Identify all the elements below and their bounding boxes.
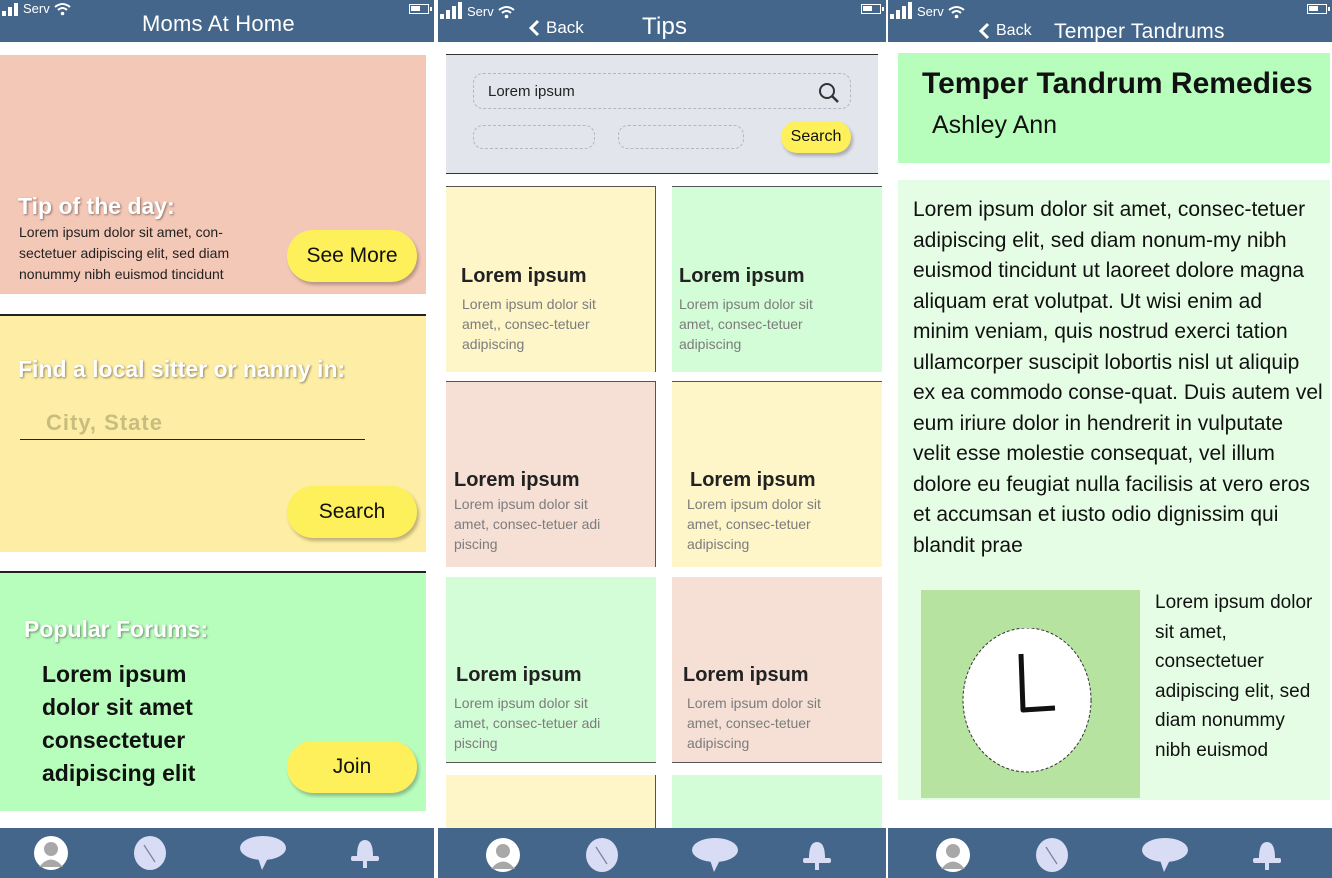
app-title: Moms At Home <box>142 11 295 36</box>
carrier-label: Serv <box>917 4 944 19</box>
search-button[interactable]: Search <box>287 486 417 538</box>
tip-tile[interactable]: Lorem ipsum Lorem ipsum dolor sit amet, … <box>672 381 882 567</box>
status-bar: Serv <box>440 2 515 19</box>
profile-icon[interactable] <box>484 836 522 874</box>
wifi-icon <box>498 6 515 19</box>
back-button[interactable]: Back <box>978 22 1032 40</box>
wifi-icon <box>948 6 965 19</box>
chat-bubble-icon[interactable] <box>238 834 288 872</box>
tile-title: Lorem ipsum <box>679 265 805 287</box>
forum-item[interactable]: dolor sit amet <box>42 691 195 724</box>
article-body: Lorem ipsum dolor sit amet, consec-tetue… <box>913 198 1323 557</box>
tile-body: Lorem ipsum dolor sit amet, consec-tetue… <box>679 296 813 352</box>
feather-icon[interactable] <box>131 834 169 872</box>
tip-tile[interactable]: Lorem ipsum Lorem ipsum dolor sit amet,,… <box>446 186 656 372</box>
tip-tile[interactable]: Lorem ipsum Lorem ipsum dolor sit amet, … <box>672 577 882 763</box>
bottom-nav <box>438 828 886 878</box>
page-title: Tips <box>642 13 688 40</box>
back-label: Back <box>546 18 584 37</box>
forum-item[interactable]: consectetuer <box>42 724 195 757</box>
join-button[interactable]: Join <box>287 741 417 793</box>
search-icon[interactable] <box>818 82 840 104</box>
forum-list[interactable]: Lorem ipsum dolor sit amet consectetuer … <box>42 658 195 790</box>
chat-bubble-icon[interactable] <box>1140 836 1190 874</box>
forum-item[interactable]: adipiscing elit <box>42 757 195 790</box>
clock-image <box>921 590 1140 798</box>
status-bar: Serv <box>890 2 965 19</box>
home-screen: Serv Moms At Home Tip of the day: Lorem … <box>0 0 434 878</box>
filter-field-1[interactable] <box>473 125 595 149</box>
tip-heading: Tip of the day: <box>18 193 175 219</box>
tile-title: Lorem ipsum <box>683 664 809 686</box>
tile-body: Lorem ipsum dolor sit amet, consec-tetue… <box>454 496 601 552</box>
filter-field-2[interactable] <box>618 125 744 149</box>
article-author: Ashley Ann <box>932 111 1058 139</box>
clock-icon <box>962 628 1092 773</box>
article-header: Temper Tandrum Remedies Ashley Ann <box>898 53 1330 163</box>
article-screen: Serv Back Temper Tandrums Temper Tandrum… <box>888 0 1332 878</box>
battery-icon <box>409 4 432 14</box>
back-label: Back <box>996 22 1032 39</box>
article-content: Lorem ipsum dolor sit amet, consec-tetue… <box>898 180 1330 800</box>
tip-text: Lorem ipsum dolor sit amet, con-sectetue… <box>19 224 230 282</box>
tip-tile[interactable]: Lorem ipsum Lorem ipsum dolor sit amet, … <box>446 577 656 763</box>
profile-icon[interactable] <box>934 836 972 874</box>
back-button[interactable]: Back <box>528 18 584 38</box>
feather-icon[interactable] <box>583 836 621 874</box>
bottom-nav <box>0 828 434 878</box>
forum-item[interactable]: Lorem ipsum <box>42 658 195 691</box>
top-bar: Serv Moms At Home <box>0 0 434 42</box>
tile-body: Lorem ipsum dolor sit amet, consec-tetue… <box>454 695 601 751</box>
notification-bell-icon[interactable] <box>346 834 384 872</box>
tips-screen: Serv Back Tips Lorem ipsum Search Lorem … <box>438 0 886 878</box>
top-bar: Serv Back Tips <box>438 0 886 42</box>
tip-tile[interactable]: Lorem ipsum Lorem ipsum dolor sit amet, … <box>672 186 882 372</box>
signal-icon <box>440 2 462 19</box>
find-sitter-heading: Find a local sitter or nanny in: <box>18 356 346 382</box>
tip-tile[interactable]: Lorem ipsum Lorem ipsum dolor sit amet, … <box>446 381 656 567</box>
carrier-label: Serv <box>23 1 50 16</box>
image-caption: Lorem ipsum dolor sit amet, consectetuer… <box>1155 592 1313 761</box>
back-chevron-icon <box>978 22 990 40</box>
popular-forums-card: Popular Forums: Lorem ipsum dolor sit am… <box>0 571 426 811</box>
search-value: Lorem ipsum <box>488 82 575 100</box>
notification-bell-icon[interactable] <box>1248 836 1286 874</box>
tip-tile-partial[interactable] <box>672 775 882 835</box>
status-bar: Serv <box>2 2 71 16</box>
tip-tile-partial[interactable] <box>446 775 656 835</box>
signal-icon <box>2 3 18 16</box>
find-sitter-card: Find a local sitter or nanny in: City, S… <box>0 314 426 552</box>
bottom-nav <box>888 828 1332 878</box>
search-input[interactable]: Lorem ipsum <box>473 73 851 109</box>
battery-icon <box>861 4 884 14</box>
tile-body: Lorem ipsum dolor sit amet,, consec-tetu… <box>462 296 596 352</box>
city-state-input[interactable]: City, State <box>20 410 365 440</box>
tile-title: Lorem ipsum <box>454 469 580 491</box>
forums-heading: Popular Forums: <box>24 616 209 642</box>
search-panel: Lorem ipsum Search <box>446 54 878 174</box>
signal-icon <box>890 2 912 19</box>
feather-icon[interactable] <box>1033 836 1071 874</box>
tip-of-the-day-card: Tip of the day: Lorem ipsum dolor sit am… <box>0 55 426 294</box>
notification-bell-icon[interactable] <box>798 836 836 874</box>
profile-icon[interactable] <box>32 834 70 872</box>
back-chevron-icon <box>528 19 540 37</box>
article-heading: Temper Tandrum Remedies <box>922 67 1313 100</box>
tile-title: Lorem ipsum <box>690 469 816 491</box>
chat-bubble-icon[interactable] <box>690 836 740 874</box>
battery-icon <box>1307 4 1330 14</box>
top-bar: Serv Back Temper Tandrums <box>888 0 1332 43</box>
tile-title: Lorem ipsum <box>461 265 587 287</box>
see-more-button[interactable]: See More <box>287 230 417 282</box>
search-button[interactable]: Search <box>781 121 851 153</box>
page-title: Temper Tandrums <box>1054 20 1225 43</box>
tile-body: Lorem ipsum dolor sit amet, consec-tetue… <box>687 695 821 751</box>
wifi-icon <box>54 3 71 16</box>
tile-title: Lorem ipsum <box>456 664 582 686</box>
tile-body: Lorem ipsum dolor sit amet, consec-tetue… <box>687 496 821 552</box>
carrier-label: Serv <box>467 4 494 19</box>
